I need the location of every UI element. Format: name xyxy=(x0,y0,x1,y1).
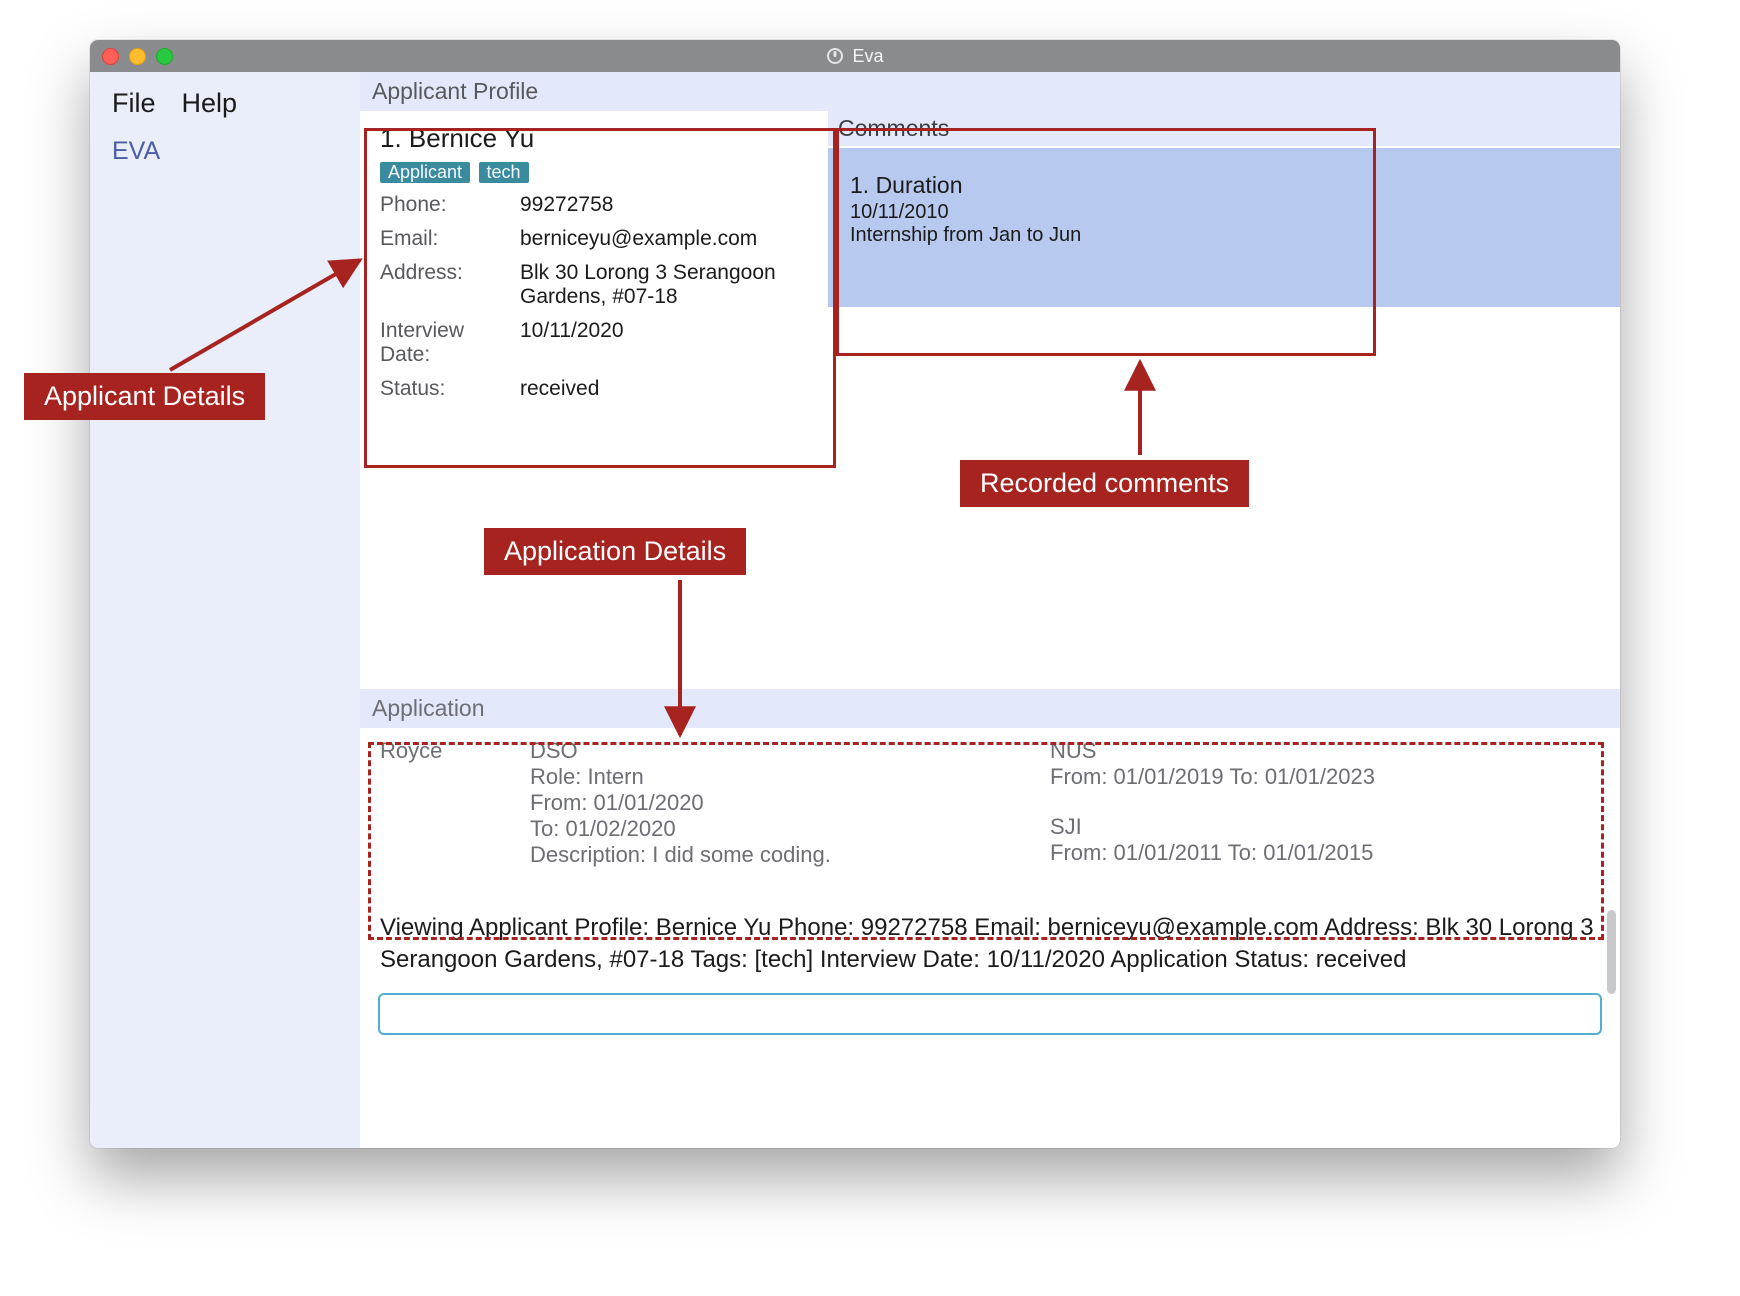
applicant-name: 1. Bernice Yu xyxy=(380,123,814,154)
comment-text: Internship from Jan to Jun xyxy=(850,224,1598,247)
edu1-range: From: 01/01/2019 To: 01/01/2023 xyxy=(1050,764,1600,790)
command-input[interactable] xyxy=(378,993,1602,1035)
tag-applicant: Applicant xyxy=(380,162,470,183)
exp-role: Role: Intern xyxy=(530,764,1050,790)
exp-from: From: 01/01/2020 xyxy=(530,790,1050,816)
scrollbar-thumb[interactable] xyxy=(1607,910,1616,994)
sidebar: File Help EVA xyxy=(90,72,360,1148)
window-title-text: Eva xyxy=(852,46,883,67)
comment-date: 10/11/2010 xyxy=(850,201,1598,224)
app-icon xyxy=(826,47,844,65)
edu1-name: NUS xyxy=(1050,738,1600,764)
address-value: Blk 30 Lorong 3 Serangoon Gardens, #07-1… xyxy=(520,261,814,309)
titlebar: Eva xyxy=(90,40,1620,72)
comment-title: 1. Duration xyxy=(850,172,1598,199)
menu-help[interactable]: Help xyxy=(182,88,238,119)
interview-label: Interview Date: xyxy=(380,319,520,367)
app-window: Eva File Help EVA Applicant Profile 1. B… xyxy=(90,40,1620,1148)
menu-file[interactable]: File xyxy=(112,88,156,119)
tag-tech: tech xyxy=(479,162,529,183)
edu2-name: SJI xyxy=(1050,814,1600,840)
application-col-education: NUS From: 01/01/2019 To: 01/01/2023 SJI … xyxy=(1050,738,1600,890)
main-content: Applicant Profile 1. Bernice Yu Applican… xyxy=(360,72,1620,1148)
status-label: Status: xyxy=(380,377,520,401)
address-label: Address: xyxy=(380,261,520,309)
window-title: Eva xyxy=(90,46,1620,67)
interview-value: 10/11/2020 xyxy=(520,319,814,367)
application-header: Application xyxy=(360,689,1620,728)
applicant-profile-header: Applicant Profile xyxy=(360,72,1620,111)
application-section: Application Royce DSO Role: Intern From:… xyxy=(360,689,1620,906)
menubar: File Help xyxy=(90,72,360,129)
comments-pane: Comments 1. Duration 10/11/2010 Internsh… xyxy=(828,111,1620,419)
phone-value: 99272758 xyxy=(520,193,814,217)
result-text: Viewing Applicant Profile: Bernice Yu Ph… xyxy=(380,914,1594,973)
brand-label: EVA xyxy=(90,129,360,174)
phone-label: Phone: xyxy=(380,193,520,217)
comment-item[interactable]: 1. Duration 10/11/2010 Internship from J… xyxy=(828,148,1620,307)
edu2-range: From: 01/01/2011 To: 01/01/2015 xyxy=(1050,840,1600,866)
application-col-name: Royce xyxy=(380,738,530,890)
result-display: Viewing Applicant Profile: Bernice Yu Ph… xyxy=(360,906,1620,987)
exp-to: To: 01/02/2020 xyxy=(530,816,1050,842)
comments-header: Comments xyxy=(828,111,1620,148)
email-value: berniceyu@example.com xyxy=(520,227,814,251)
status-value: received xyxy=(520,377,814,401)
exp-desc: Description: I did some coding. xyxy=(530,842,1050,868)
application-col-experience: DSO Role: Intern From: 01/01/2020 To: 01… xyxy=(530,738,1050,890)
applicant-details-card: 1. Bernice Yu Applicant tech Phone:99272… xyxy=(360,111,828,419)
email-label: Email: xyxy=(380,227,520,251)
exp-org: DSO xyxy=(530,738,1050,764)
